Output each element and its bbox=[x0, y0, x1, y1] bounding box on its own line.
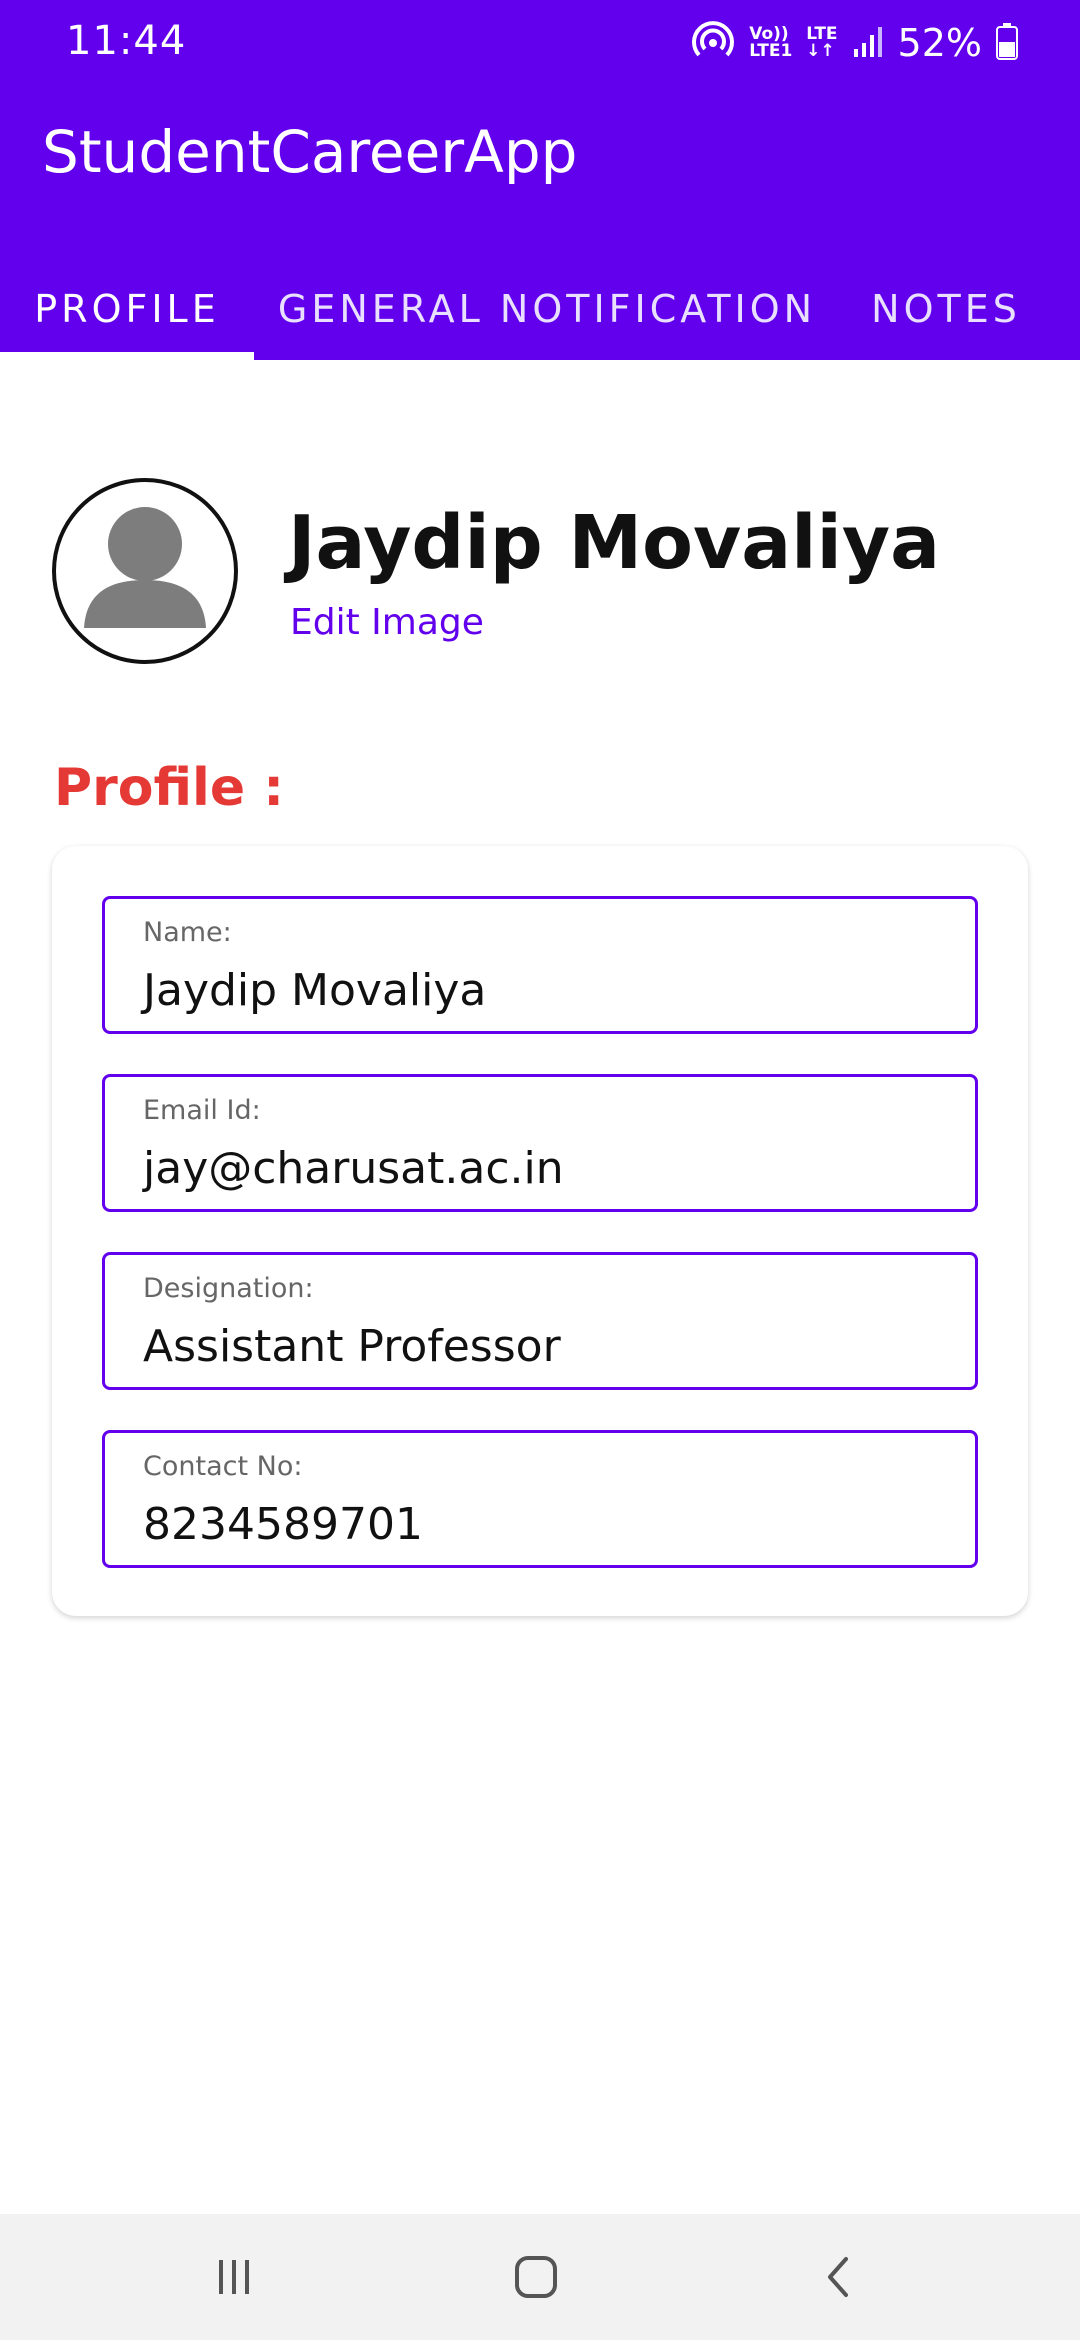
edit-image-link[interactable]: Edit Image bbox=[290, 602, 484, 643]
back-button[interactable] bbox=[790, 2234, 890, 2320]
name-field-label: Name: bbox=[143, 917, 232, 948]
tab-general-notification[interactable]: GENERAL NOTIFICATION bbox=[254, 258, 840, 360]
email-field[interactable]: Email Id: jay@charusat.ac.in bbox=[102, 1074, 978, 1212]
recent-apps-button[interactable] bbox=[184, 2234, 284, 2320]
tab-bar: PROFILE GENERAL NOTIFICATION NOTES bbox=[0, 258, 1080, 360]
name-field[interactable]: Name: Jaydip Movaliya bbox=[102, 896, 978, 1034]
profile-card: Name: Jaydip Movaliya Email Id: jay@char… bbox=[52, 846, 1028, 1616]
status-time: 11:44 bbox=[66, 18, 187, 64]
tab-notes[interactable]: NOTES bbox=[840, 258, 1052, 360]
back-icon bbox=[828, 2257, 848, 2297]
home-button[interactable] bbox=[486, 2234, 586, 2320]
person-icon bbox=[84, 507, 206, 628]
system-navigation-bar bbox=[0, 2214, 1080, 2340]
app-title: StudentCareerApp bbox=[42, 118, 578, 186]
name-field-value[interactable]: Jaydip Movaliya bbox=[143, 965, 486, 1016]
status-icons: Vo)) LTE1 LTE ↓↑ 52% bbox=[691, 16, 1018, 70]
volte-icon: Vo)) LTE1 bbox=[749, 24, 793, 61]
contact-field-label: Contact No: bbox=[143, 1451, 303, 1482]
app-root: 11:44 Vo)) LTE1 LTE ↓↑ 52% StudentCareer… bbox=[0, 0, 1080, 2340]
battery-percent: 52% bbox=[897, 21, 982, 65]
signal-icon bbox=[852, 23, 884, 63]
status-bar: 11:44 Vo)) LTE1 LTE ↓↑ 52% bbox=[0, 0, 1080, 86]
app-header: 11:44 Vo)) LTE1 LTE ↓↑ 52% StudentCareer… bbox=[0, 0, 1080, 360]
profile-section-title: Profile : bbox=[54, 758, 285, 818]
designation-field-value[interactable]: Assistant Professor bbox=[143, 1321, 561, 1372]
email-field-label: Email Id: bbox=[143, 1095, 261, 1126]
email-field-value[interactable]: jay@charusat.ac.in bbox=[143, 1143, 564, 1194]
lte-icon: LTE ↓↑ bbox=[806, 24, 838, 61]
battery-icon bbox=[996, 22, 1018, 64]
contact-field[interactable]: Contact No: 8234589701 bbox=[102, 1430, 978, 1568]
tab-profile[interactable]: PROFILE bbox=[0, 258, 254, 360]
avatar[interactable] bbox=[52, 478, 238, 664]
contact-field-value[interactable]: 8234589701 bbox=[143, 1499, 423, 1550]
recent-apps-icon bbox=[219, 2260, 249, 2294]
designation-field[interactable]: Designation: Assistant Professor bbox=[102, 1252, 978, 1390]
active-tab-indicator bbox=[0, 352, 254, 360]
hotspot-icon bbox=[691, 19, 735, 67]
designation-field-label: Designation: bbox=[143, 1273, 314, 1304]
profile-name: Jaydip Movaliya bbox=[288, 500, 941, 586]
home-icon bbox=[515, 2256, 557, 2298]
